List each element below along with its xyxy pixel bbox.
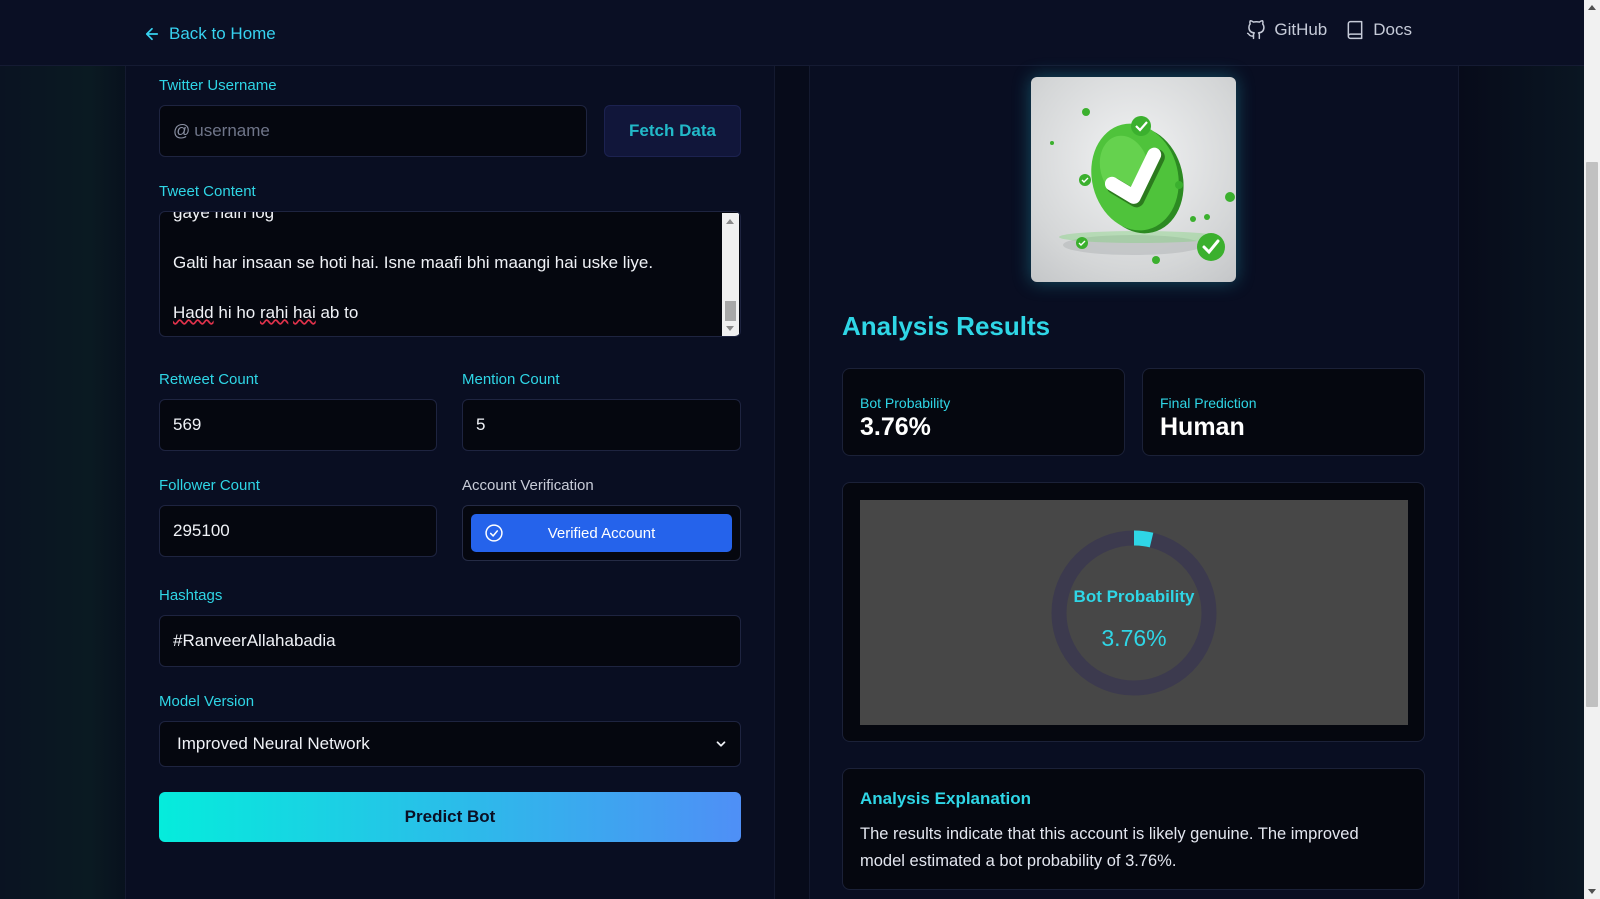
top-navigation-bar: Back to Home GitHub Docs bbox=[0, 0, 1584, 66]
mention-count-label: Mention Count bbox=[462, 371, 560, 388]
docs-label: Docs bbox=[1373, 20, 1412, 39]
tweet-line-word: Hadd bbox=[173, 303, 214, 322]
background-glow-right bbox=[1460, 66, 1584, 899]
top-nav-links: GitHub Docs bbox=[1246, 20, 1412, 40]
follower-count-label: Follower Count bbox=[159, 477, 260, 494]
tweet-content-textarea[interactable]: gaye hain log Galti har insaan se hoti h… bbox=[159, 211, 741, 337]
bot-probability-label: Bot Probability bbox=[860, 395, 951, 411]
follower-count-input[interactable]: 295100 bbox=[159, 505, 437, 557]
at-prefix: @ bbox=[173, 121, 191, 140]
probability-donut-chart bbox=[1051, 530, 1217, 696]
check-circle-icon bbox=[485, 524, 503, 542]
chart-value: 3.76% bbox=[1101, 625, 1167, 651]
verified-account-button[interactable]: Verified Account bbox=[471, 514, 732, 552]
account-verification-toggle: Verified Account bbox=[462, 505, 741, 561]
tweet-content-label: Tweet Content bbox=[159, 183, 256, 200]
account-verification-label: Account Verification bbox=[462, 477, 594, 494]
bot-probability-card: Bot Probability 3.76% bbox=[842, 368, 1125, 456]
github-icon bbox=[1247, 20, 1266, 40]
page-scroll-down-icon[interactable] bbox=[1588, 889, 1596, 894]
tweet-line-word: hai bbox=[293, 303, 316, 322]
tweet-line-word: rahi bbox=[259, 303, 289, 322]
docs-link[interactable]: Docs bbox=[1345, 20, 1412, 40]
page-scroll-up-icon[interactable] bbox=[1588, 5, 1596, 10]
final-prediction-value: Human bbox=[1160, 413, 1245, 441]
scroll-down-icon[interactable] bbox=[726, 326, 734, 331]
tweet-line: Galti har insaan se hoti hai. Isne maafi… bbox=[173, 253, 654, 272]
github-link[interactable]: GitHub bbox=[1246, 20, 1327, 40]
predict-bot-button[interactable]: Predict Bot bbox=[159, 792, 741, 842]
page-scrollbar-thumb[interactable] bbox=[1586, 162, 1598, 707]
retweet-count-label: Retweet Count bbox=[159, 371, 259, 388]
model-version-label: Model Version bbox=[159, 693, 255, 710]
username-placeholder: username bbox=[194, 121, 270, 140]
bot-probability-value: 3.76% bbox=[860, 413, 931, 441]
book-icon bbox=[1347, 20, 1363, 40]
probability-chart-area: Bot Probability 3.76% bbox=[860, 500, 1408, 725]
username-input[interactable]: @ username bbox=[159, 105, 587, 157]
checkmark-illustration bbox=[1050, 108, 1235, 264]
fetch-data-button[interactable]: Fetch Data bbox=[604, 105, 741, 157]
mention-count-input[interactable]: 5 bbox=[462, 399, 741, 451]
back-to-home-label: Back to Home bbox=[169, 24, 276, 43]
twitter-username-label: Twitter Username bbox=[159, 77, 277, 94]
back-to-home-link[interactable]: Back to Home bbox=[143, 22, 276, 46]
scroll-up-icon[interactable] bbox=[726, 219, 734, 224]
analysis-explanation-card: Analysis Explanation The results indicat… bbox=[842, 768, 1425, 890]
model-version-value: Improved Neural Network bbox=[177, 734, 370, 753]
probability-chart-card: Bot Probability 3.76% bbox=[842, 482, 1425, 742]
github-label: GitHub bbox=[1274, 20, 1328, 39]
donut-track bbox=[1051, 530, 1217, 696]
analysis-results-title: Analysis Results bbox=[842, 311, 1051, 341]
analysis-explanation-text: The results indicate that this account i… bbox=[860, 825, 1359, 870]
scrollbar-thumb[interactable] bbox=[725, 301, 736, 321]
verified-account-label: Verified Account bbox=[547, 524, 656, 542]
retweet-count-input[interactable]: 569 bbox=[159, 399, 437, 451]
final-prediction-card: Final Prediction Human bbox=[1142, 368, 1425, 456]
chevron-down-icon bbox=[716, 741, 726, 747]
analysis-explanation-title: Analysis Explanation bbox=[860, 789, 1031, 808]
final-prediction-label: Final Prediction bbox=[1160, 395, 1257, 411]
model-version-select[interactable]: Improved Neural Network bbox=[159, 721, 741, 767]
tweet-line: gaye hain log bbox=[173, 211, 275, 222]
arrow-left-icon bbox=[145, 27, 159, 41]
hashtags-input[interactable]: #RanveerAllahabadia bbox=[159, 615, 741, 667]
hashtags-label: Hashtags bbox=[159, 587, 223, 604]
verified-checkmark-image bbox=[1031, 77, 1236, 282]
donut-fill bbox=[1133, 530, 1154, 548]
textarea-scrollbar[interactable] bbox=[722, 213, 739, 336]
page-scrollbar[interactable] bbox=[1584, 0, 1600, 899]
tweet-line: Hadd hi ho rahi hai ab to bbox=[173, 303, 359, 322]
chart-title: Bot Probability bbox=[1073, 587, 1195, 606]
